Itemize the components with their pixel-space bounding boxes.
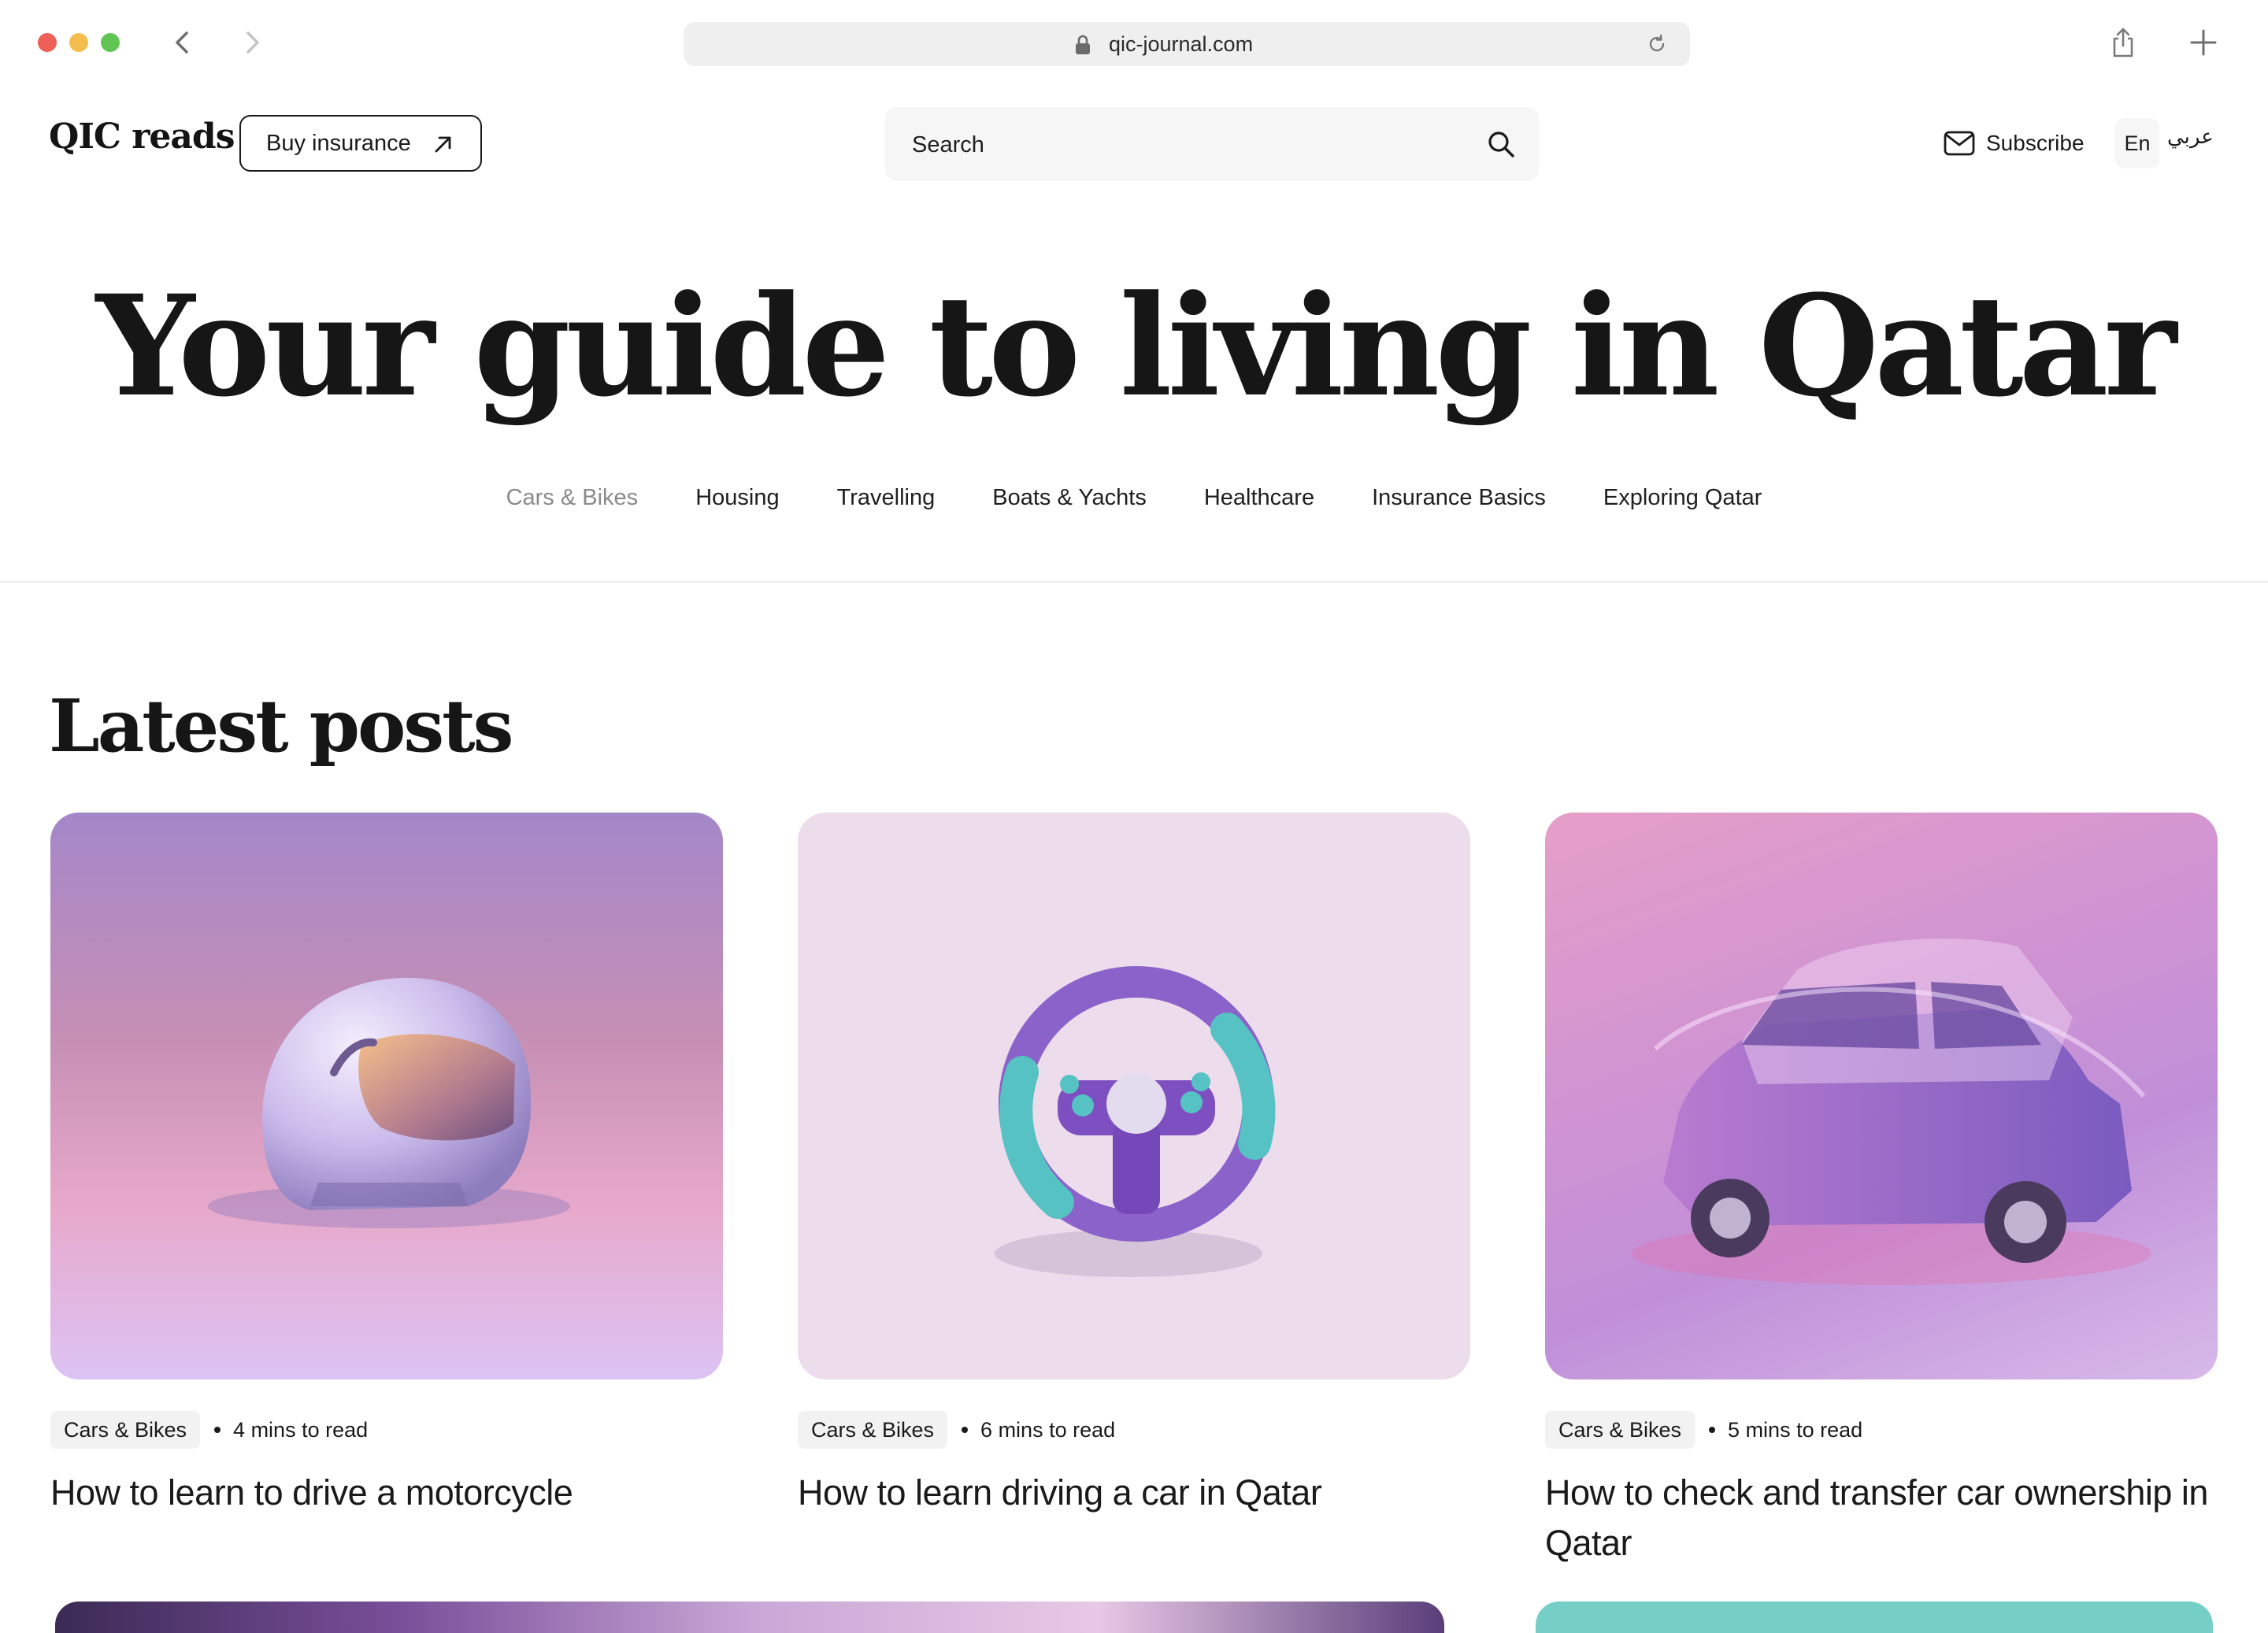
separator-dot xyxy=(214,1427,221,1433)
separator-dot xyxy=(962,1427,969,1433)
wrapped-car-icon xyxy=(1632,939,2151,1285)
url-text: qic-journal.com xyxy=(1109,32,1254,56)
header-divider xyxy=(0,581,2268,583)
post-title[interactable]: How to learn driving a car in Qatar xyxy=(798,1468,1470,1518)
buy-insurance-label: Buy insurance xyxy=(266,131,411,156)
latest-posts-heading: Latest posts xyxy=(49,683,513,768)
close-window-button[interactable] xyxy=(38,33,57,52)
post-title[interactable]: How to check and transfer car ownership … xyxy=(1545,1468,2218,1568)
search-box xyxy=(885,107,1539,183)
post-card[interactable]: Cars & Bikes 6 mins to read How to learn… xyxy=(798,813,1470,1518)
browser-chrome: qic-journal.com xyxy=(0,0,2268,87)
steering-wheel-icon xyxy=(995,966,1276,1277)
mail-icon xyxy=(1944,131,1975,156)
lock-icon xyxy=(1076,35,1090,54)
site-logo[interactable]: QIC reads xyxy=(49,117,235,157)
post-tag[interactable]: Cars & Bikes xyxy=(798,1411,948,1449)
read-time: 4 mins to read xyxy=(233,1417,369,1442)
category-boats-yachts[interactable]: Boats & Yachts xyxy=(992,485,1147,511)
subscribe-button[interactable]: Subscribe xyxy=(1944,128,2085,159)
post-meta: Cars & Bikes 5 mins to read xyxy=(1545,1411,2218,1449)
next-post-image[interactable] xyxy=(55,1602,1444,1633)
reload-icon[interactable] xyxy=(1646,33,1668,55)
address-bar[interactable]: qic-journal.com xyxy=(684,22,1690,66)
back-arrow-icon[interactable] xyxy=(167,27,198,58)
category-exploring-qatar[interactable]: Exploring Qatar xyxy=(1603,485,1762,511)
hero-title: Your guide to living in Qatar xyxy=(95,265,2177,428)
forward-arrow-icon[interactable] xyxy=(236,27,268,58)
category-healthcare[interactable]: Healthcare xyxy=(1204,485,1314,511)
post-tag[interactable]: Cars & Bikes xyxy=(1545,1411,1695,1449)
maximize-window-button[interactable] xyxy=(101,33,120,52)
category-nav: Cars & Bikes Housing Travelling Boats & … xyxy=(0,485,2268,511)
category-travelling[interactable]: Travelling xyxy=(837,485,936,511)
category-insurance-basics[interactable]: Insurance Basics xyxy=(1372,485,1546,511)
post-image-wrapped-car[interactable] xyxy=(1545,813,2218,1379)
category-cars-bikes[interactable]: Cars & Bikes xyxy=(506,485,639,511)
search-icon[interactable] xyxy=(1487,130,1515,158)
buy-insurance-button[interactable]: Buy insurance xyxy=(239,115,482,172)
motorcycle-helmet-icon xyxy=(208,977,570,1228)
next-post-image[interactable] xyxy=(1536,1602,2213,1633)
share-icon[interactable] xyxy=(2109,27,2137,58)
search-input[interactable] xyxy=(910,107,1465,183)
external-arrow-icon xyxy=(435,136,451,153)
post-image-motorcycle-helmet[interactable] xyxy=(50,813,723,1379)
minimize-window-button[interactable] xyxy=(69,33,88,52)
subscribe-label: Subscribe xyxy=(1986,131,2085,155)
read-time: 5 mins to read xyxy=(1728,1417,1863,1442)
post-card[interactable]: Cars & Bikes 5 mins to read How to check… xyxy=(1545,813,2218,1568)
post-tag[interactable]: Cars & Bikes xyxy=(50,1411,201,1449)
category-housing[interactable]: Housing xyxy=(695,485,779,511)
separator-dot xyxy=(1709,1427,1716,1433)
post-meta: Cars & Bikes 6 mins to read xyxy=(798,1411,1470,1449)
post-meta: Cars & Bikes 4 mins to read xyxy=(50,1411,723,1449)
post-title[interactable]: How to learn to drive a motorcycle xyxy=(50,1468,723,1518)
read-time: 6 mins to read xyxy=(980,1417,1116,1442)
post-card[interactable]: Cars & Bikes 4 mins to read How to learn… xyxy=(50,813,723,1518)
language-arabic-button[interactable]: عربي xyxy=(2167,124,2214,149)
post-image-steering-wheel[interactable] xyxy=(798,813,1470,1379)
language-english-button[interactable]: En xyxy=(2115,118,2159,168)
new-tab-plus-icon[interactable] xyxy=(2189,28,2218,57)
